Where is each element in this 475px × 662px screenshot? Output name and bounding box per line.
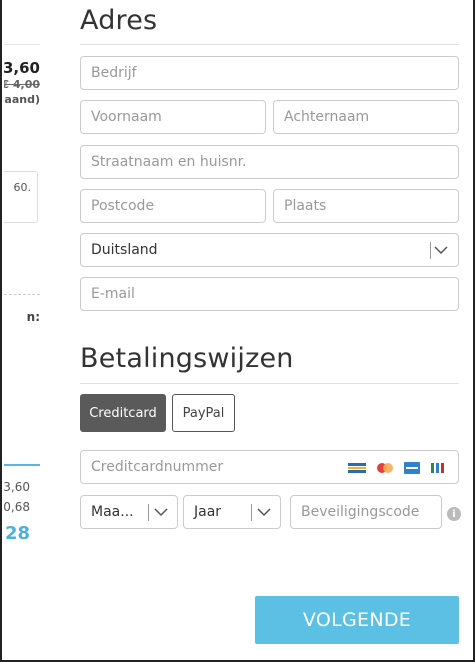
postcode-input[interactable] <box>81 190 265 222</box>
year-value: Jaar <box>194 504 222 520</box>
dashed-divider <box>4 294 40 295</box>
summary-box-text: 60. <box>13 181 32 194</box>
cvc-field[interactable] <box>290 495 442 529</box>
visa-card-icon <box>404 462 420 474</box>
next-button[interactable]: VOLGENDE <box>255 596 459 644</box>
country-value: Duitsland <box>91 242 158 258</box>
city-field[interactable] <box>273 189 459 223</box>
summary-line-1: 3,60 <box>4 480 30 494</box>
firstname-field[interactable] <box>80 100 266 134</box>
summary-box: 60. <box>4 171 38 223</box>
country-select[interactable]: Duitsland <box>80 233 459 267</box>
card-icon <box>431 463 444 473</box>
address-heading: Adres <box>80 5 158 36</box>
lastname-field[interactable] <box>273 100 459 134</box>
summary-price: 3,60 <box>4 59 40 77</box>
summary-old-price: € 4,00 <box>4 78 40 91</box>
mastercard-icon <box>377 463 393 473</box>
select-separator <box>430 242 431 259</box>
postcode-field[interactable] <box>80 189 266 223</box>
chevron-down-icon <box>154 508 168 517</box>
street-field[interactable] <box>80 145 459 179</box>
tab-creditcard[interactable]: Creditcard <box>80 394 166 432</box>
divider <box>80 383 459 384</box>
summary-line-2: 0,68 <box>4 500 30 514</box>
email-field[interactable] <box>80 277 459 311</box>
divider <box>4 44 40 45</box>
street-input[interactable] <box>81 146 458 178</box>
card-number-field[interactable] <box>80 450 459 484</box>
company-input[interactable] <box>81 57 458 89</box>
card-icons <box>348 462 446 474</box>
summary-label: n: <box>26 310 40 324</box>
lastname-input[interactable] <box>274 101 458 133</box>
chevron-down-icon <box>434 246 448 255</box>
amex-card-icon <box>348 463 366 473</box>
email-input[interactable] <box>81 278 458 310</box>
select-separator <box>148 504 149 521</box>
summary-period: aand) <box>4 93 40 106</box>
info-icon[interactable]: i <box>447 507 461 521</box>
payment-heading: Betalingswijzen <box>80 343 294 374</box>
firstname-input[interactable] <box>81 101 265 133</box>
tab-paypal[interactable]: PayPal <box>172 394 235 432</box>
select-separator <box>251 504 252 521</box>
company-field[interactable] <box>80 56 459 90</box>
order-summary: 3,60 € 4,00 aand) 60. n: 3,60 0,68 28 <box>4 0 40 660</box>
accent-divider <box>4 464 40 466</box>
divider <box>80 44 459 45</box>
chevron-down-icon <box>257 508 271 517</box>
checkout-panel: 3,60 € 4,00 aand) 60. n: 3,60 0,68 28 Ad… <box>0 0 475 662</box>
summary-total: 28 <box>4 523 30 544</box>
cvc-input[interactable] <box>291 496 441 528</box>
month-value: Maa... <box>91 504 134 520</box>
city-input[interactable] <box>274 190 458 222</box>
expiry-month-select[interactable]: Maa... <box>80 495 178 529</box>
expiry-year-select[interactable]: Jaar <box>183 495 281 529</box>
